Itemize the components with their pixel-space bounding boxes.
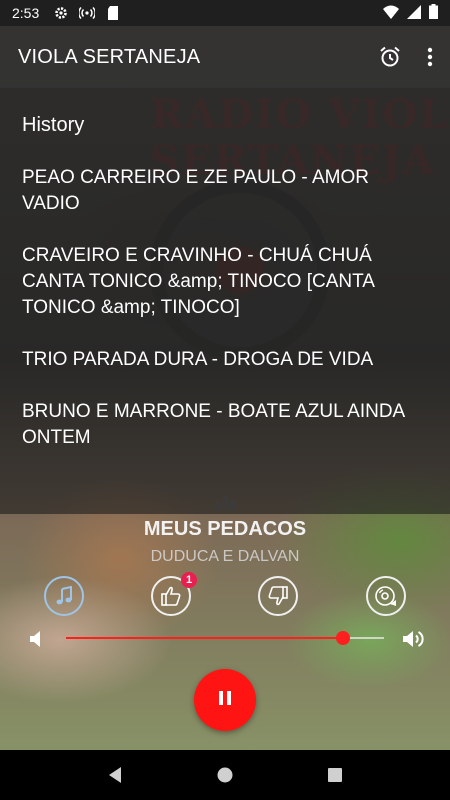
app-bar: VIOLA SERTANEJA — [0, 26, 450, 88]
navigation-bar — [0, 750, 450, 800]
nav-back-button[interactable] — [95, 755, 135, 795]
thumbs-up-icon — [161, 586, 181, 606]
lyrics-button[interactable] — [44, 576, 84, 616]
play-pause-button[interactable] — [194, 669, 256, 731]
dislike-button[interactable] — [258, 576, 298, 616]
history-item: CRAVEIRO E CRAVINHO - CHUÁ CHUÁ CANTA TO… — [22, 245, 374, 318]
battery-icon — [429, 4, 438, 22]
song-title: MEUS PEDACOS — [143, 518, 307, 540]
volume-low-icon[interactable] — [24, 628, 48, 650]
song-artist: DUDUCA E DALVAN — [150, 548, 300, 565]
like-button[interactable]: 1 — [151, 572, 197, 616]
volume-high-icon[interactable] — [402, 628, 426, 650]
hotspot-icon — [79, 5, 96, 21]
volume-slider-fill — [66, 637, 343, 639]
like-count-badge: 1 — [181, 572, 197, 588]
player-panel: MEUS PEDACOS DUDUCA E DALVAN 1 — [0, 514, 450, 750]
volume-slider[interactable] — [66, 631, 384, 645]
panel-toggle-icon[interactable] — [214, 492, 236, 510]
pause-icon — [217, 690, 233, 710]
alarm-icon — [380, 46, 400, 67]
thumbs-down-icon — [268, 586, 288, 606]
home-icon — [217, 767, 233, 783]
history-item: TRIO PARADA DURA - DROGA DE VIDA — [22, 349, 374, 370]
nav-home-button[interactable] — [205, 755, 245, 795]
volume-row — [0, 624, 450, 652]
wifi-icon — [383, 5, 399, 22]
app-title: VIOLA SERTANEJA — [18, 45, 201, 68]
status-time: 2:53 — [12, 5, 40, 21]
back-icon — [109, 767, 121, 783]
more-options-button[interactable] — [410, 37, 450, 77]
volume-slider-thumb[interactable] — [336, 631, 350, 645]
signal-icon — [407, 4, 421, 22]
history-heading: History — [22, 114, 85, 136]
status-bar: 2:53 — [0, 0, 450, 26]
record-icon — [375, 586, 396, 606]
more-vert-icon — [427, 47, 433, 67]
recents-icon — [328, 768, 342, 782]
settings-icon — [53, 5, 69, 21]
record-button[interactable] — [366, 576, 406, 616]
sd-card-icon — [105, 5, 121, 21]
alarm-button[interactable] — [370, 37, 410, 77]
history-item: BRUNO E MARRONE - BOATE AZUL AINDA ONTEM — [22, 401, 405, 448]
music-note-icon — [56, 586, 72, 605]
history-panel: History PEAO CARREIRO E ZE PAULO - AMOR … — [0, 88, 450, 514]
nav-recents-button[interactable] — [315, 755, 355, 795]
history-item: PEAO CARREIRO E ZE PAULO - AMOR VADIO — [22, 167, 369, 214]
